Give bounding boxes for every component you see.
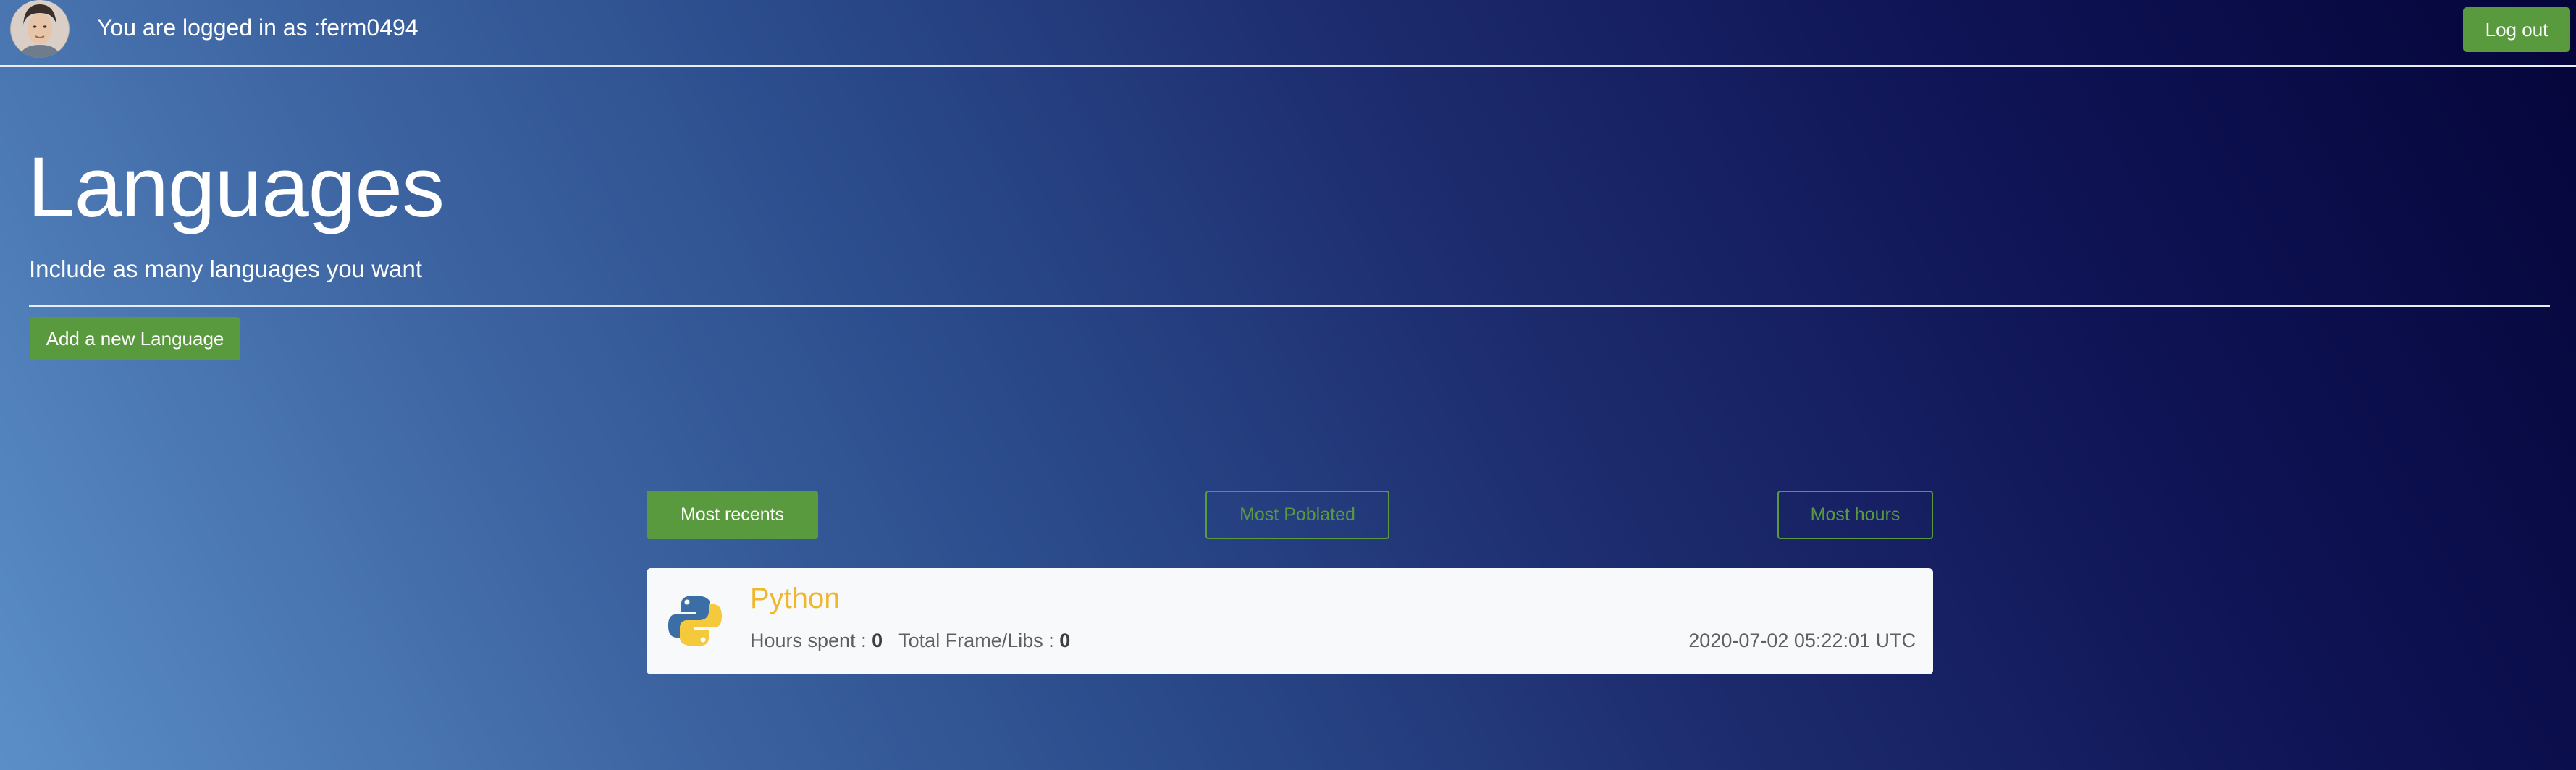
page-subtitle: Include as many languages you want xyxy=(29,255,423,282)
top-navbar: You are logged in as :ferm0494 Log out xyxy=(0,0,2576,67)
user-photo-icon xyxy=(11,0,69,58)
add-language-button[interactable]: Add a new Language xyxy=(30,317,240,360)
section-divider xyxy=(29,305,2550,307)
page-title: Languages xyxy=(28,140,445,235)
python-logo-icon xyxy=(665,591,725,651)
filter-most-recents-button[interactable]: Most recents xyxy=(647,491,818,539)
language-name[interactable]: Python xyxy=(750,583,841,615)
logout-button[interactable]: Log out xyxy=(2463,7,2570,52)
frameworks-label: Total Frame/Libs : xyxy=(898,630,1054,651)
filter-most-populated-button[interactable]: Most Poblated xyxy=(1205,491,1389,539)
language-stats: Hours spent : 0 Total Frame/Libs : 0 xyxy=(750,630,1070,652)
language-card[interactable]: Python Hours spent : 0 Total Frame/Libs … xyxy=(647,568,1933,674)
language-timestamp: 2020-07-02 05:22:01 UTC xyxy=(1688,630,1916,651)
hours-value: 0 xyxy=(872,630,883,651)
frameworks-value: 0 xyxy=(1059,630,1071,651)
login-status-text: You are logged in as :ferm0494 xyxy=(97,14,418,41)
filter-most-hours-button[interactable]: Most hours xyxy=(1777,491,1933,539)
user-avatar[interactable] xyxy=(10,0,70,58)
hours-label: Hours spent : xyxy=(750,630,867,651)
